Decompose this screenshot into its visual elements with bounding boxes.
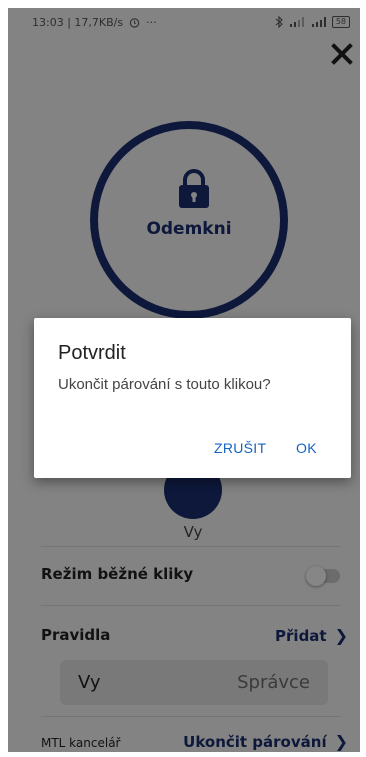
app-screen: 13:03 | 17,7KB/s ··· 58 Odemkni Vy Režim…	[8, 8, 360, 752]
confirm-dialog: Potvrdit Ukončit párování s touto klikou…	[34, 318, 351, 478]
dialog-message: Ukončit párování s touto klikou?	[58, 376, 271, 393]
dialog-title: Potvrdit	[58, 342, 126, 364]
ok-button[interactable]: OK	[296, 440, 317, 456]
cancel-button[interactable]: ZRUŠIT	[214, 440, 266, 456]
